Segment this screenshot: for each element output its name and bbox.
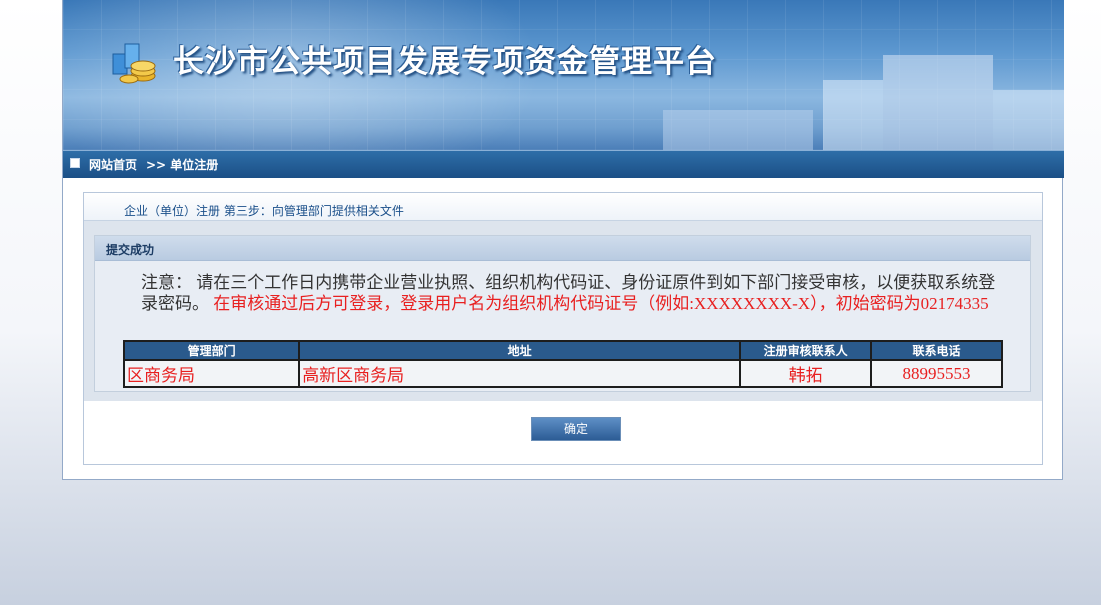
- column-header-address: 地址: [298, 340, 742, 361]
- breadcrumb: >> 单位注册: [146, 158, 219, 172]
- square-bullet-icon: [70, 158, 80, 168]
- result-heading: 提交成功: [106, 243, 155, 257]
- cell-contact: 韩拓: [739, 359, 873, 388]
- table-header-row: 管理部门 地址 注册审核联系人 联系电话: [122, 340, 1003, 361]
- header-banner: 长沙市公共项目发展专项资金管理平台: [63, 0, 1064, 150]
- department-table: 管理部门 地址 注册审核联系人 联系电话 区商务局 高新区商务局 韩拓 8899…: [122, 340, 1003, 388]
- column-header-contact: 注册审核联系人: [739, 340, 873, 361]
- step-header: 企业（单位）注册 第三步：向管理部门提供相关文件: [84, 193, 1042, 221]
- table-row: 区商务局 高新区商务局 韩拓 88995553: [122, 359, 1003, 388]
- cell-dept: 区商务局: [122, 359, 301, 388]
- notice-warning: 在审核通过后方可登录，登录用户名为组织机构代码证号（例如:XXXXXXXX-X）…: [213, 294, 989, 313]
- cell-address: 高新区商务局: [298, 359, 742, 388]
- home-link[interactable]: 网站首页: [89, 156, 137, 173]
- site-title: 长沙市公共项目发展专项资金管理平台: [173, 44, 717, 80]
- registration-panel: 企业（单位）注册 第三步：向管理部门提供相关文件 提交成功 注意： 请在三个工作…: [83, 192, 1043, 465]
- column-header-dept: 管理部门: [122, 340, 301, 361]
- banner-building: [823, 80, 883, 150]
- result-box: 提交成功 注意： 请在三个工作日内携带企业营业执照、组织机构代码证、身份证原件到…: [94, 235, 1031, 392]
- banner-building: [993, 90, 1064, 150]
- notice-text: 注意： 请在三个工作日内携带企业营业执照、组织机构代码证、身份证原件到如下部门接…: [141, 272, 1001, 314]
- banner-building: [883, 55, 993, 150]
- result-section: 提交成功 注意： 请在三个工作日内携带企业营业执照、组织机构代码证、身份证原件到…: [84, 221, 1042, 401]
- cell-phone: 88995553: [870, 359, 1003, 388]
- result-heading-bar: 提交成功: [95, 236, 1030, 261]
- nav-bar: 网站首页 >> 单位注册: [63, 150, 1064, 178]
- banner-building: [663, 110, 813, 150]
- page-container: 长沙市公共项目发展专项资金管理平台 网站首页 >> 单位注册 企业（单位）注册 …: [62, 0, 1064, 480]
- confirm-button[interactable]: 确定: [531, 417, 621, 441]
- column-header-phone: 联系电话: [870, 340, 1003, 361]
- coins-logo-icon: [112, 43, 156, 84]
- step-label: 企业（单位）注册 第三步：向管理部门提供相关文件: [124, 204, 404, 218]
